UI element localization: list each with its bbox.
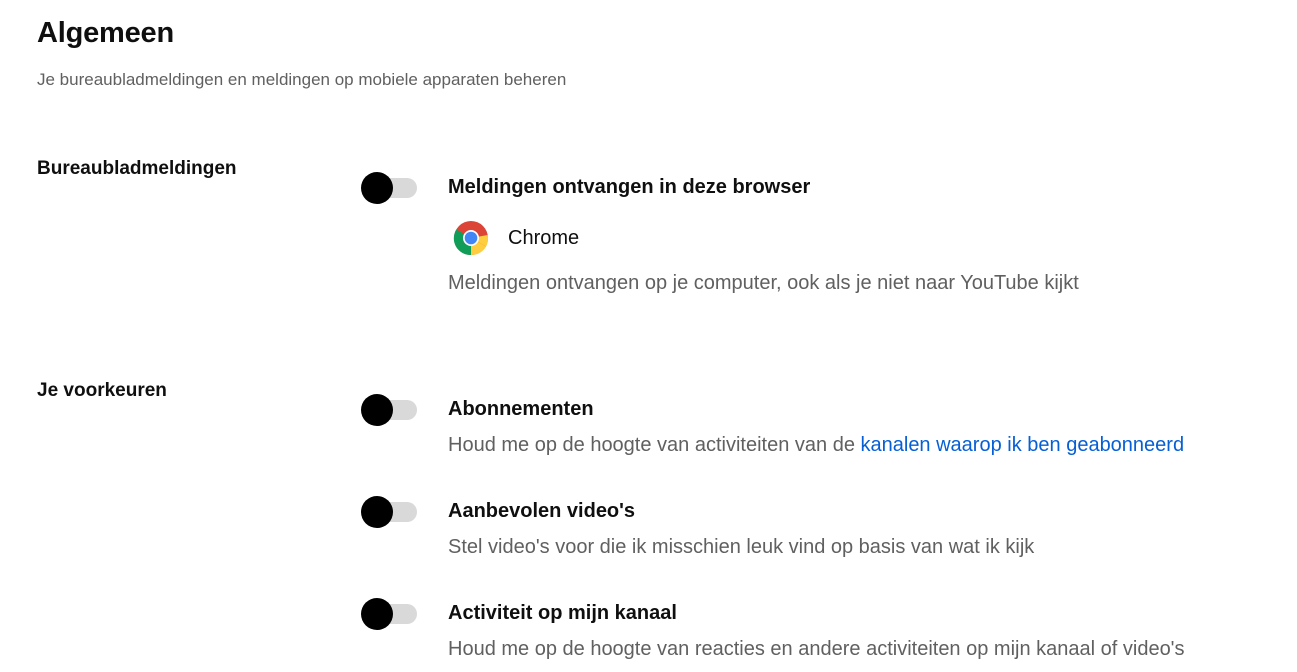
subscribed-channels-link[interactable]: kanalen waarop ik ben geabonneerd xyxy=(861,434,1185,456)
notification-settings-page: Algemeen Je bureaubladmeldingen en meldi… xyxy=(0,0,1297,672)
browser-notifications-toggle[interactable] xyxy=(361,170,419,204)
page-title: Algemeen xyxy=(37,17,174,49)
toggle-knob xyxy=(361,172,393,204)
channel-activity-title: Activiteit op mijn kanaal xyxy=(448,602,677,624)
browser-notifications-title: Meldingen ontvangen in deze browser xyxy=(448,176,811,198)
recommended-videos-toggle[interactable] xyxy=(361,494,419,528)
subscriptions-description-text: Houd me op de hoogte van activiteiten va… xyxy=(448,434,861,456)
section-label-desktop-notifications: Bureaubladmeldingen xyxy=(37,158,237,179)
subscriptions-toggle[interactable] xyxy=(361,392,419,426)
browser-notifications-description: Meldingen ontvangen op je computer, ook … xyxy=(448,272,1079,294)
channel-activity-toggle[interactable] xyxy=(361,596,419,630)
channel-activity-description: Houd me op de hoogte van reacties en and… xyxy=(448,638,1185,660)
toggle-knob xyxy=(361,598,393,630)
browser-name: Chrome xyxy=(508,227,580,249)
toggle-knob xyxy=(361,496,393,528)
recommended-videos-description: Stel video's voor die ik misschien leuk … xyxy=(448,536,1035,558)
section-label-preferences: Je voorkeuren xyxy=(37,380,167,401)
page-subtitle: Je bureaubladmeldingen en meldingen op m… xyxy=(37,70,567,89)
subscriptions-description: Houd me op de hoogte van activiteiten va… xyxy=(448,432,1184,458)
subscriptions-title: Abonnementen xyxy=(448,398,594,420)
chrome-icon xyxy=(453,220,489,256)
recommended-videos-title: Aanbevolen video's xyxy=(448,500,636,522)
toggle-knob xyxy=(361,394,393,426)
